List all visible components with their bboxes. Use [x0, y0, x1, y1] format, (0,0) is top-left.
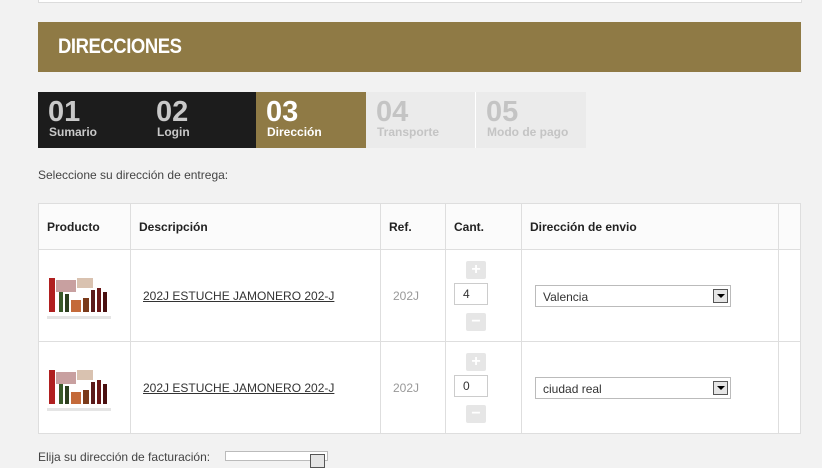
- minus-icon[interactable]: −: [466, 404, 486, 423]
- previous-panel-edge: [38, 0, 802, 3]
- gift-box-image: [49, 278, 107, 312]
- table-header-row: Producto Descripción Ref. Cant. Direcció…: [38, 203, 801, 250]
- product-image-cell: [38, 341, 131, 434]
- step-number: 01: [48, 96, 81, 128]
- table-row: 202J ESTUCHE JAMONERO 202-J 202J + 4 − V…: [38, 249, 801, 342]
- plus-icon[interactable]: +: [466, 260, 486, 279]
- minus-icon[interactable]: −: [466, 312, 486, 331]
- billing-address-select[interactable]: [225, 451, 328, 468]
- description-cell: 202J ESTUCHE JAMONERO 202-J: [130, 249, 381, 342]
- table-row: 202J ESTUCHE JAMONERO 202-J 202J + 0 − c…: [38, 341, 801, 434]
- product-link[interactable]: 202J ESTUCHE JAMONERO 202-J: [143, 381, 334, 395]
- ref-cell: 202J: [380, 341, 446, 434]
- step-number: 04: [376, 96, 409, 128]
- step-sumario[interactable]: 01 Sumario: [38, 92, 148, 148]
- header-descripcion: Descripción: [130, 203, 381, 250]
- empty-cell: [778, 341, 801, 434]
- header-ref: Ref.: [380, 203, 446, 250]
- chevron-down-icon[interactable]: [713, 380, 728, 395]
- address-cell: ciudad real: [521, 341, 779, 434]
- quantity-input[interactable]: 0: [454, 374, 488, 397]
- ref-cell: 202J: [380, 249, 446, 342]
- step-label: Transporte: [377, 125, 440, 139]
- step-direccion: 03 Dirección: [256, 92, 366, 148]
- page-title-bar: DIRECCIONES: [38, 22, 801, 72]
- empty-cell: [778, 249, 801, 342]
- billing-address-label: Elija su dirección de facturación:: [38, 450, 211, 464]
- step-label: Sumario: [49, 125, 98, 139]
- delivery-instruction: Seleccione su dirección de entrega:: [38, 168, 229, 182]
- step-number: 03: [266, 96, 299, 128]
- plus-icon[interactable]: +: [466, 352, 486, 371]
- page-title: DIRECCIONES: [58, 35, 182, 58]
- header-empty: [778, 203, 801, 250]
- quantity-cell: + 0 −: [445, 341, 522, 434]
- product-image[interactable]: [47, 364, 111, 411]
- header-cant: Cant.: [445, 203, 522, 250]
- product-image[interactable]: [47, 272, 111, 319]
- address-select[interactable]: ciudad real: [535, 376, 731, 399]
- step-modo-de-pago: 05 Modo de pago: [476, 92, 586, 148]
- quantity-input[interactable]: 4: [454, 282, 488, 305]
- header-producto: Producto: [38, 203, 131, 250]
- step-label: Dirección: [267, 125, 322, 139]
- gift-box-image: [49, 370, 107, 404]
- step-number: 02: [156, 96, 189, 128]
- address-select[interactable]: Valencia: [535, 284, 731, 307]
- header-direccion-envio: Dirección de envio: [521, 203, 779, 250]
- address-cell: Valencia: [521, 249, 779, 342]
- product-link[interactable]: 202J ESTUCHE JAMONERO 202-J: [143, 289, 334, 303]
- step-number: 05: [486, 96, 519, 128]
- address-select-value: Valencia: [543, 289, 589, 304]
- quantity-stepper: + 0 −: [454, 352, 494, 423]
- description-cell: 202J ESTUCHE JAMONERO 202-J: [130, 341, 381, 434]
- quantity-cell: + 4 −: [445, 249, 522, 342]
- step-transporte: 04 Transporte: [366, 92, 476, 148]
- quantity-stepper: + 4 −: [454, 260, 494, 331]
- chevron-down-icon[interactable]: [310, 454, 325, 468]
- step-label: Login: [157, 125, 190, 139]
- step-login[interactable]: 02 Login: [146, 92, 256, 148]
- product-image-cell: [38, 249, 131, 342]
- address-table: Producto Descripción Ref. Cant. Direcció…: [38, 203, 801, 434]
- chevron-down-icon[interactable]: [713, 288, 728, 303]
- address-select-value: ciudad real: [543, 381, 602, 396]
- step-label: Modo de pago: [487, 125, 569, 139]
